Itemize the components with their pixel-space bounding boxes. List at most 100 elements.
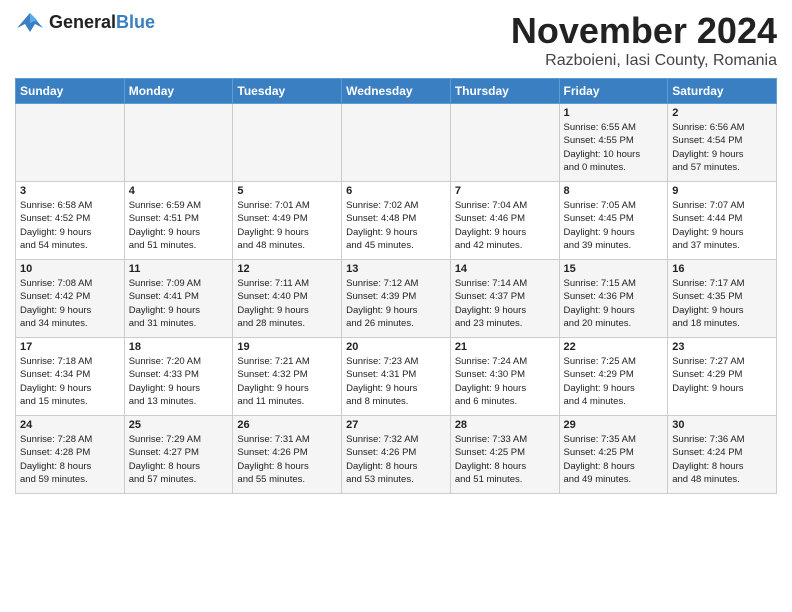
calendar-day-cell: 6Sunrise: 7:02 AMSunset: 4:48 PMDaylight… bbox=[342, 182, 451, 260]
daylight-minutes: and 0 minutes. bbox=[564, 162, 626, 173]
calendar-day-cell bbox=[342, 104, 451, 182]
day-info: Sunrise: 7:15 AMSunset: 4:36 PMDaylight:… bbox=[564, 277, 664, 330]
sun-time: Sunset: 4:42 PM bbox=[20, 291, 90, 302]
day-number: 30 bbox=[672, 419, 772, 431]
day-info: Sunrise: 7:29 AMSunset: 4:27 PMDaylight:… bbox=[129, 433, 229, 486]
sun-time: Sunset: 4:37 PM bbox=[455, 291, 525, 302]
day-number: 4 bbox=[129, 185, 229, 197]
day-info: Sunrise: 7:28 AMSunset: 4:28 PMDaylight:… bbox=[20, 433, 120, 486]
daylight-minutes: and 53 minutes. bbox=[346, 474, 414, 485]
daylight-minutes: and 57 minutes. bbox=[672, 162, 740, 173]
day-number: 29 bbox=[564, 419, 664, 431]
daylight-minutes: and 51 minutes. bbox=[129, 240, 197, 251]
daylight-label: Daylight: 9 hours bbox=[20, 383, 91, 394]
daylight-minutes: and 57 minutes. bbox=[129, 474, 197, 485]
day-number: 3 bbox=[20, 185, 120, 197]
day-info: Sunrise: 7:18 AMSunset: 4:34 PMDaylight:… bbox=[20, 355, 120, 408]
sun-time: Sunrise: 7:27 AM bbox=[672, 356, 744, 367]
day-info: Sunrise: 7:14 AMSunset: 4:37 PMDaylight:… bbox=[455, 277, 555, 330]
day-number: 10 bbox=[20, 263, 120, 275]
day-number: 28 bbox=[455, 419, 555, 431]
day-info: Sunrise: 7:08 AMSunset: 4:42 PMDaylight:… bbox=[20, 277, 120, 330]
daylight-label: Daylight: 8 hours bbox=[20, 461, 91, 472]
sun-time: Sunset: 4:30 PM bbox=[455, 369, 525, 380]
calendar-header: SundayMondayTuesdayWednesdayThursdayFrid… bbox=[16, 79, 777, 104]
sun-time: Sunset: 4:41 PM bbox=[129, 291, 199, 302]
day-number: 24 bbox=[20, 419, 120, 431]
calendar-day-cell: 7Sunrise: 7:04 AMSunset: 4:46 PMDaylight… bbox=[450, 182, 559, 260]
day-number: 20 bbox=[346, 341, 446, 353]
sun-time: Sunset: 4:31 PM bbox=[346, 369, 416, 380]
daylight-label: Daylight: 8 hours bbox=[564, 461, 635, 472]
daylight-minutes: and 28 minutes. bbox=[237, 318, 305, 329]
day-info: Sunrise: 7:27 AMSunset: 4:29 PMDaylight:… bbox=[672, 355, 772, 395]
daylight-label: Daylight: 9 hours bbox=[672, 383, 743, 394]
sun-time: Sunrise: 7:33 AM bbox=[455, 434, 527, 445]
sun-time: Sunrise: 7:15 AM bbox=[564, 278, 636, 289]
sun-time: Sunset: 4:25 PM bbox=[564, 447, 634, 458]
daylight-minutes: and 37 minutes. bbox=[672, 240, 740, 251]
sun-time: Sunrise: 7:29 AM bbox=[129, 434, 201, 445]
calendar-day-cell: 3 Sunrise: 6:58 AMSunset: 4:52 PMDaylight… bbox=[16, 182, 125, 260]
sun-time: Sunrise: 7:35 AM bbox=[564, 434, 636, 445]
sun-time: Sunrise: 7:09 AM bbox=[129, 278, 201, 289]
day-number: 17 bbox=[20, 341, 120, 353]
day-number: 16 bbox=[672, 263, 772, 275]
daylight-minutes: and 4 minutes. bbox=[564, 396, 626, 407]
calendar-day-cell bbox=[233, 104, 342, 182]
day-number: 12 bbox=[237, 263, 337, 275]
daylight-label: Daylight: 9 hours bbox=[346, 305, 417, 316]
sun-time: Sunrise: 7:32 AM bbox=[346, 434, 418, 445]
sun-time: Sunrise: 6:58 AM bbox=[20, 200, 92, 211]
day-info: Sunrise: 7:09 AM Sunset: 4:41 PM Daylight:… bbox=[129, 277, 229, 330]
day-info: Sunrise: 7:11 AMSunset: 4:40 PMDaylight:… bbox=[237, 277, 337, 330]
day-info: Sunrise: 7:02 AMSunset: 4:48 PMDaylight:… bbox=[346, 199, 446, 252]
sun-time: Sunrise: 7:04 AM bbox=[455, 200, 527, 211]
sun-time: Sunset: 4:33 PM bbox=[129, 369, 199, 380]
daylight-minutes: and 39 minutes. bbox=[564, 240, 632, 251]
day-info: Sunrise: 7:01 AMSunset: 4:49 PMDaylight:… bbox=[237, 199, 337, 252]
sun-time: Sunrise: 6:56 AM bbox=[672, 122, 744, 133]
calendar-day-cell bbox=[450, 104, 559, 182]
day-info: Sunrise: 6:56 AM Sunset: 4:54 PM Daylight:… bbox=[672, 121, 772, 174]
daylight-minutes: and 13 minutes. bbox=[129, 396, 197, 407]
sun-time: Sunset: 4:32 PM bbox=[237, 369, 307, 380]
calendar-day-cell: 5Sunrise: 7:01 AMSunset: 4:49 PMDaylight… bbox=[233, 182, 342, 260]
calendar-day-cell: 30Sunrise: 7:36 AMSunset: 4:24 PMDayligh… bbox=[668, 416, 777, 494]
day-info: Sunrise: 6:58 AMSunset: 4:52 PMDaylight:… bbox=[20, 199, 120, 252]
day-number: 23 bbox=[672, 341, 772, 353]
sun-time: Sunset: 4:45 PM bbox=[564, 213, 634, 224]
daylight-label: Daylight: 9 hours bbox=[129, 305, 200, 316]
calendar-week-row: 10 Sunrise: 7:08 AMSunset: 4:42 PMDayligh… bbox=[16, 260, 777, 338]
daylight-label: Daylight: 9 hours bbox=[455, 227, 526, 238]
daylight-minutes: and 34 minutes. bbox=[20, 318, 88, 329]
daylight-label: Daylight: 9 hours bbox=[672, 305, 743, 316]
day-number: 13 bbox=[346, 263, 446, 275]
daylight-minutes: and 55 minutes. bbox=[237, 474, 305, 485]
daylight-label: Daylight: 9 hours bbox=[455, 305, 526, 316]
sun-time: Sunset: 4:39 PM bbox=[346, 291, 416, 302]
daylight-label: Daylight: 9 hours bbox=[564, 305, 635, 316]
sun-time: Sunset: 4:25 PM bbox=[455, 447, 525, 458]
day-info: Sunrise: 7:35 AM Sunset: 4:25 PM Daylight:… bbox=[564, 433, 664, 486]
daylight-label: Daylight: 9 hours bbox=[237, 305, 308, 316]
daylight-label: Daylight: 9 hours bbox=[346, 227, 417, 238]
sun-time: Sunset: 4:54 PM bbox=[672, 135, 742, 146]
weekday-header: Thursday bbox=[450, 79, 559, 104]
day-number: 27 bbox=[346, 419, 446, 431]
day-number: 9 bbox=[672, 185, 772, 197]
calendar-body: 1Sunrise: 6:55 AMSunset: 4:55 PMDaylight… bbox=[16, 104, 777, 494]
sun-time: Sunrise: 7:23 AM bbox=[346, 356, 418, 367]
title-area: November 2024 Razboieni, Iasi County, Ro… bbox=[511, 10, 777, 70]
sun-time: Sunset: 4:48 PM bbox=[346, 213, 416, 224]
daylight-label: Daylight: 9 hours bbox=[672, 149, 743, 160]
day-info: Sunrise: 7:12 AMSunset: 4:39 PMDaylight:… bbox=[346, 277, 446, 330]
page-subtitle: Razboieni, Iasi County, Romania bbox=[511, 52, 777, 70]
calendar-day-cell: 20Sunrise: 7:23 AMSunset: 4:31 PMDayligh… bbox=[342, 338, 451, 416]
daylight-label: Daylight: 9 hours bbox=[129, 383, 200, 394]
weekday-header: Saturday bbox=[668, 79, 777, 104]
sun-time: Sunrise: 6:59 AM bbox=[129, 200, 201, 211]
day-number: 14 bbox=[455, 263, 555, 275]
day-number: 22 bbox=[564, 341, 664, 353]
daylight-label: Daylight: 9 hours bbox=[20, 227, 91, 238]
